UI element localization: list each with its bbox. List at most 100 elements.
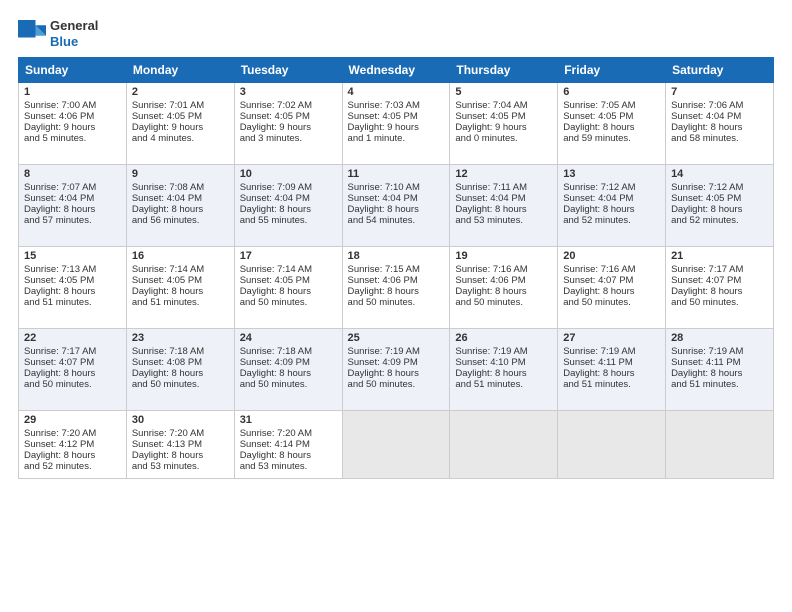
day-number: 7 [671, 86, 768, 98]
day-info-line: Sunrise: 7:18 AM [240, 346, 337, 357]
day-info-line: Sunrise: 7:09 AM [240, 182, 337, 193]
day-info-line: and 5 minutes. [24, 133, 121, 144]
logo: General Blue [18, 18, 98, 49]
day-info-line: Sunrise: 7:14 AM [240, 264, 337, 275]
calendar-cell: 31Sunrise: 7:20 AMSunset: 4:14 PMDayligh… [234, 411, 342, 479]
day-info-line: and 51 minutes. [563, 379, 660, 390]
day-info-line: Sunrise: 7:15 AM [348, 264, 445, 275]
calendar-cell: 19Sunrise: 7:16 AMSunset: 4:06 PMDayligh… [450, 247, 558, 329]
day-number: 31 [240, 414, 337, 426]
day-info-line: and 57 minutes. [24, 215, 121, 226]
day-info-line: and 56 minutes. [132, 215, 229, 226]
day-number: 17 [240, 250, 337, 262]
day-number: 30 [132, 414, 229, 426]
calendar-cell: 25Sunrise: 7:19 AMSunset: 4:09 PMDayligh… [342, 329, 450, 411]
day-info-line: Daylight: 8 hours [240, 204, 337, 215]
day-number: 3 [240, 86, 337, 98]
day-info-line: and 50 minutes. [132, 379, 229, 390]
day-info-line: Daylight: 8 hours [132, 204, 229, 215]
day-info-line: Sunrise: 7:17 AM [24, 346, 121, 357]
calendar-cell: 21Sunrise: 7:17 AMSunset: 4:07 PMDayligh… [666, 247, 774, 329]
calendar-cell: 14Sunrise: 7:12 AMSunset: 4:05 PMDayligh… [666, 165, 774, 247]
calendar-cell: 29Sunrise: 7:20 AMSunset: 4:12 PMDayligh… [19, 411, 127, 479]
day-number: 18 [348, 250, 445, 262]
calendar-cell: 17Sunrise: 7:14 AMSunset: 4:05 PMDayligh… [234, 247, 342, 329]
day-info-line: Sunset: 4:05 PM [563, 111, 660, 122]
day-number: 15 [24, 250, 121, 262]
calendar-week-1: 1Sunrise: 7:00 AMSunset: 4:06 PMDaylight… [19, 83, 774, 165]
day-info-line: Sunrise: 7:20 AM [24, 428, 121, 439]
logo-text: General Blue [50, 18, 98, 49]
day-number: 2 [132, 86, 229, 98]
day-info-line: Sunset: 4:09 PM [348, 357, 445, 368]
day-number: 29 [24, 414, 121, 426]
day-info-line: and 50 minutes. [455, 297, 552, 308]
day-info-line: Sunrise: 7:00 AM [24, 100, 121, 111]
column-header-tuesday: Tuesday [234, 58, 342, 83]
day-info-line: Daylight: 8 hours [240, 368, 337, 379]
day-info-line: Sunset: 4:07 PM [563, 275, 660, 286]
day-info-line: Sunrise: 7:11 AM [455, 182, 552, 193]
day-info-line: Sunset: 4:10 PM [455, 357, 552, 368]
day-info-line: Daylight: 8 hours [563, 204, 660, 215]
day-info-line: and 55 minutes. [240, 215, 337, 226]
day-info-line: and 52 minutes. [563, 215, 660, 226]
page: General Blue SundayMondayTuesdayWednesda… [0, 0, 792, 612]
day-number: 13 [563, 168, 660, 180]
day-info-line: and 3 minutes. [240, 133, 337, 144]
day-info-line: Sunset: 4:14 PM [240, 439, 337, 450]
day-info-line: Sunrise: 7:02 AM [240, 100, 337, 111]
day-info-line: Sunrise: 7:12 AM [671, 182, 768, 193]
column-header-saturday: Saturday [666, 58, 774, 83]
day-number: 26 [455, 332, 552, 344]
day-info-line: and 53 minutes. [240, 461, 337, 472]
day-number: 19 [455, 250, 552, 262]
day-info-line: and 50 minutes. [24, 379, 121, 390]
day-info-line: Sunrise: 7:05 AM [563, 100, 660, 111]
column-header-sunday: Sunday [19, 58, 127, 83]
calendar-cell: 27Sunrise: 7:19 AMSunset: 4:11 PMDayligh… [558, 329, 666, 411]
day-info-line: Sunrise: 7:08 AM [132, 182, 229, 193]
day-number: 28 [671, 332, 768, 344]
day-info-line: Sunset: 4:05 PM [240, 111, 337, 122]
day-info-line: and 0 minutes. [455, 133, 552, 144]
day-info-line: Daylight: 8 hours [240, 286, 337, 297]
day-number: 25 [348, 332, 445, 344]
day-info-line: Sunset: 4:12 PM [24, 439, 121, 450]
calendar-cell [666, 411, 774, 479]
calendar-cell: 7Sunrise: 7:06 AMSunset: 4:04 PMDaylight… [666, 83, 774, 165]
day-number: 22 [24, 332, 121, 344]
calendar-cell: 15Sunrise: 7:13 AMSunset: 4:05 PMDayligh… [19, 247, 127, 329]
day-info-line: and 52 minutes. [671, 215, 768, 226]
day-info-line: and 54 minutes. [348, 215, 445, 226]
day-info-line: Daylight: 8 hours [24, 204, 121, 215]
day-info-line: Sunset: 4:11 PM [671, 357, 768, 368]
day-info-line: Sunrise: 7:19 AM [563, 346, 660, 357]
calendar-cell: 22Sunrise: 7:17 AMSunset: 4:07 PMDayligh… [19, 329, 127, 411]
column-header-wednesday: Wednesday [342, 58, 450, 83]
day-info-line: Daylight: 8 hours [455, 286, 552, 297]
calendar-cell: 9Sunrise: 7:08 AMSunset: 4:04 PMDaylight… [126, 165, 234, 247]
day-info-line: Sunrise: 7:20 AM [132, 428, 229, 439]
day-info-line: Daylight: 8 hours [455, 368, 552, 379]
calendar-cell: 18Sunrise: 7:15 AMSunset: 4:06 PMDayligh… [342, 247, 450, 329]
column-header-friday: Friday [558, 58, 666, 83]
day-info-line: Daylight: 9 hours [240, 122, 337, 133]
calendar-cell [558, 411, 666, 479]
day-info-line: Sunrise: 7:16 AM [563, 264, 660, 275]
day-info-line: Sunset: 4:07 PM [24, 357, 121, 368]
calendar-cell: 5Sunrise: 7:04 AMSunset: 4:05 PMDaylight… [450, 83, 558, 165]
day-info-line: and 52 minutes. [24, 461, 121, 472]
calendar-cell: 23Sunrise: 7:18 AMSunset: 4:08 PMDayligh… [126, 329, 234, 411]
day-info-line: Sunset: 4:08 PM [132, 357, 229, 368]
day-number: 6 [563, 86, 660, 98]
calendar-cell: 26Sunrise: 7:19 AMSunset: 4:10 PMDayligh… [450, 329, 558, 411]
day-info-line: Sunrise: 7:18 AM [132, 346, 229, 357]
day-info-line: and 51 minutes. [671, 379, 768, 390]
day-info-line: and 50 minutes. [348, 379, 445, 390]
calendar-week-3: 15Sunrise: 7:13 AMSunset: 4:05 PMDayligh… [19, 247, 774, 329]
calendar-cell: 10Sunrise: 7:09 AMSunset: 4:04 PMDayligh… [234, 165, 342, 247]
day-info-line: Daylight: 8 hours [563, 368, 660, 379]
day-info-line: Sunrise: 7:03 AM [348, 100, 445, 111]
day-info-line: Sunset: 4:07 PM [671, 275, 768, 286]
